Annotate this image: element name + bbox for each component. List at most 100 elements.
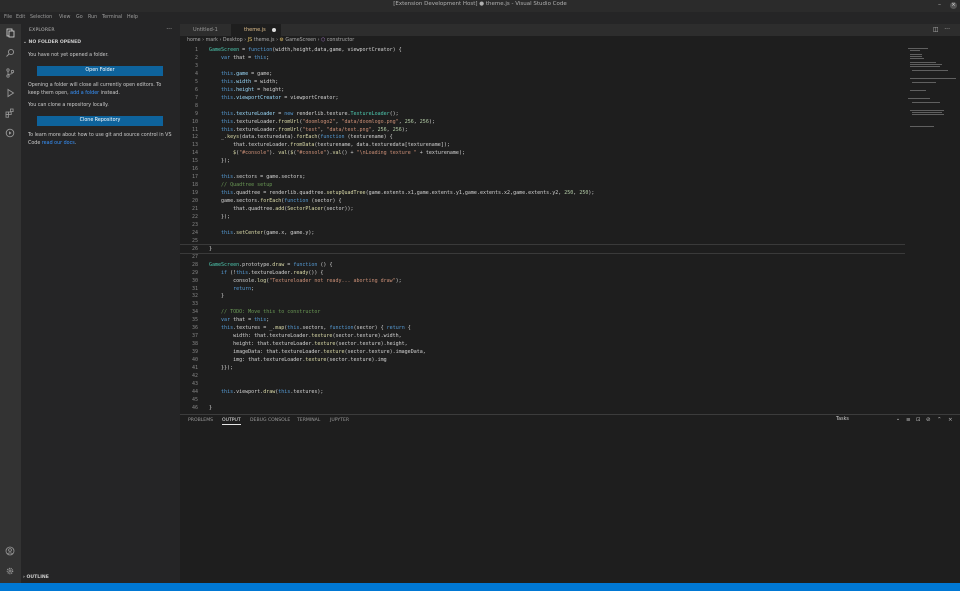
code-line[interactable]: 18 // Quadtree setup (180, 181, 905, 189)
code-line[interactable]: 40 img: that.textureLoader.texture(secto… (180, 356, 905, 364)
code-line[interactable]: 19 this.quadtree = renderlib.quadtree.se… (180, 189, 905, 197)
code-line[interactable]: 29 if (!this.textureLoader.ready()) { (180, 269, 905, 277)
code-line[interactable]: 16 (180, 165, 905, 173)
clear-output-icon[interactable]: ⊘ (926, 417, 931, 423)
code-line[interactable]: 25 (180, 237, 905, 245)
code-line[interactable]: 17 this.sectors = game.sectors; (180, 173, 905, 181)
code-line[interactable]: 22 }); (180, 213, 905, 221)
filter-list-icon[interactable]: ≡ (906, 417, 911, 423)
code-line[interactable]: 44 this.viewport.draw(this.textures); (180, 388, 905, 396)
code-line[interactable]: 9 this.textureLoader = new renderlib.tex… (180, 110, 905, 118)
code-editor[interactable]: 1 GameScreen = function(width,height,data… (180, 46, 905, 414)
more-actions-icon[interactable]: ··· (166, 26, 172, 33)
code-line[interactable]: 41 }}); (180, 364, 905, 372)
code-line[interactable]: 45 (180, 396, 905, 404)
breadcrumb-item[interactable]: home (187, 38, 201, 43)
line-number: 46 (191, 404, 198, 411)
menu-file[interactable]: File (4, 15, 12, 20)
menu-view[interactable]: View (59, 15, 70, 20)
code-line[interactable]: 13 that.textureLoader.fromData(texturena… (180, 141, 905, 149)
no-folder-section[interactable]: ⌄ NO FOLDER OPENED (23, 40, 81, 45)
output-channel-select[interactable]: Tasks ⌄ (836, 417, 900, 425)
tab-output[interactable]: OUTPUT (222, 418, 241, 425)
status-bar (0, 583, 960, 591)
code-line[interactable]: 20 game.sectors.forEach(function (sector… (180, 197, 905, 205)
code-line[interactable]: 43 (180, 380, 905, 388)
outline-section[interactable]: › OUTLINE (23, 575, 49, 580)
code-line[interactable]: 34 // TODO: Move this to constructor (180, 308, 905, 316)
code-text: }); (209, 158, 231, 165)
code-line[interactable]: 5 this.width = width; (180, 78, 905, 86)
lock-icon[interactable]: ⊡ (916, 417, 921, 423)
code-line[interactable]: 11 this.textureLoader.fromUrl("test", "d… (180, 126, 905, 134)
unsaved-dot-icon[interactable] (272, 28, 276, 32)
code-line[interactable]: 38 height: that.textureLoader.texture(se… (180, 340, 905, 348)
run-debug-icon[interactable] (3, 86, 17, 100)
code-line[interactable]: 3 (180, 62, 905, 70)
menu-selection[interactable]: Selection (30, 15, 52, 20)
source-control-icon[interactable] (3, 66, 17, 80)
minimize-icon[interactable]: – (938, 1, 941, 8)
code-line[interactable]: 27 (180, 253, 905, 261)
close-window-icon[interactable]: × (950, 2, 957, 9)
code-line[interactable]: 23 (180, 221, 905, 229)
explorer-icon[interactable] (3, 26, 17, 40)
tab-untitled-1[interactable]: Untitled-1 (180, 24, 230, 36)
code-line[interactable]: 12 _.keys(data.texturedata).forEach(func… (180, 133, 905, 141)
menu-run[interactable]: Run (88, 15, 97, 20)
code-line[interactable]: 39 imageData: that.textureLoader.texture… (180, 348, 905, 356)
code-line[interactable]: 42 (180, 372, 905, 380)
code-line[interactable]: 1 GameScreen = function(width,height,data… (180, 46, 905, 54)
menu-terminal[interactable]: Terminal (102, 15, 122, 20)
breadcrumb-item[interactable]: theme.js (254, 38, 275, 43)
close-panel-icon[interactable]: × (948, 417, 953, 423)
code-line[interactable]: 31 return; (180, 285, 905, 293)
code-line[interactable]: 2 var that = this; (180, 54, 905, 62)
code-line[interactable]: 7 this.viewportCreator = viewportCreator… (180, 94, 905, 102)
code-line[interactable]: 15 }); (180, 157, 905, 165)
code-line[interactable]: 35 var that = this; (180, 316, 905, 324)
menu-go[interactable]: Go (76, 15, 83, 20)
code-line[interactable]: 14 $("#console"). val($("#console").val(… (180, 149, 905, 157)
account-icon[interactable] (3, 544, 17, 558)
more-actions-icon[interactable]: ··· (944, 26, 950, 33)
tab-theme-js[interactable]: theme.js (231, 24, 281, 36)
run-icon[interactable] (3, 126, 17, 140)
breadcrumb-item[interactable]: GameScreen (285, 38, 316, 43)
maximize-panel-icon[interactable]: ⌃ (937, 417, 942, 423)
code-line[interactable]: 32 } (180, 292, 905, 300)
add-folder-link[interactable]: add a folder (70, 91, 99, 96)
code-line[interactable]: 37 width: that.textureLoader.texture(sec… (180, 332, 905, 340)
read-docs-link[interactable]: read our docs (42, 141, 75, 146)
open-folder-button[interactable]: Open Folder (37, 66, 163, 76)
code-line[interactable]: 10 this.textureLoader.fromUrl("doomlogo2… (180, 118, 905, 126)
tab-jupyter[interactable]: JUPYTER (330, 418, 349, 423)
extensions-icon[interactable] (3, 106, 17, 120)
tab-problems[interactable]: PROBLEMS (188, 418, 213, 423)
minimap[interactable] (906, 46, 960, 414)
code-line[interactable]: 46} (180, 404, 905, 412)
code-line[interactable]: 26} (180, 243, 905, 254)
code-line[interactable]: 4 this.game = game; (180, 70, 905, 78)
breadcrumb-item[interactable]: mark (206, 38, 218, 43)
tab-terminal[interactable]: TERMINAL (297, 418, 320, 423)
tab-debug-console[interactable]: DEBUG CONSOLE (250, 418, 290, 423)
code-line[interactable]: 8 (180, 102, 905, 110)
menu-edit[interactable]: Edit (16, 15, 25, 20)
menu-help[interactable]: Help (127, 15, 138, 20)
code-line[interactable]: 30 console.log("Textureloader not ready.… (180, 277, 905, 285)
breadcrumb-item[interactable]: Desktop (223, 38, 243, 43)
clone-repository-button[interactable]: Clone Repository (37, 116, 163, 126)
code-line[interactable]: 28 GameScreen.prototype.draw = function (… (180, 261, 905, 269)
code-line[interactable]: 6 this.height = height; (180, 86, 905, 94)
window-title: [Extension Development Host] ● theme.js … (393, 1, 567, 7)
docs-text-end: . (74, 140, 77, 146)
settings-gear-icon[interactable] (3, 564, 17, 578)
code-line[interactable]: 21 that.quadtree.add(SectorPlacer(sector… (180, 205, 905, 213)
code-line[interactable]: 33 (180, 300, 905, 308)
code-line[interactable]: 24 this.setCenter(game.x, game.y); (180, 229, 905, 237)
split-editor-icon[interactable]: ◫ (933, 26, 939, 33)
search-icon[interactable] (3, 46, 17, 60)
code-line[interactable]: 36 this.textures = _.map(this.sectors, f… (180, 324, 905, 332)
breadcrumb-item[interactable]: constructor (327, 38, 354, 43)
